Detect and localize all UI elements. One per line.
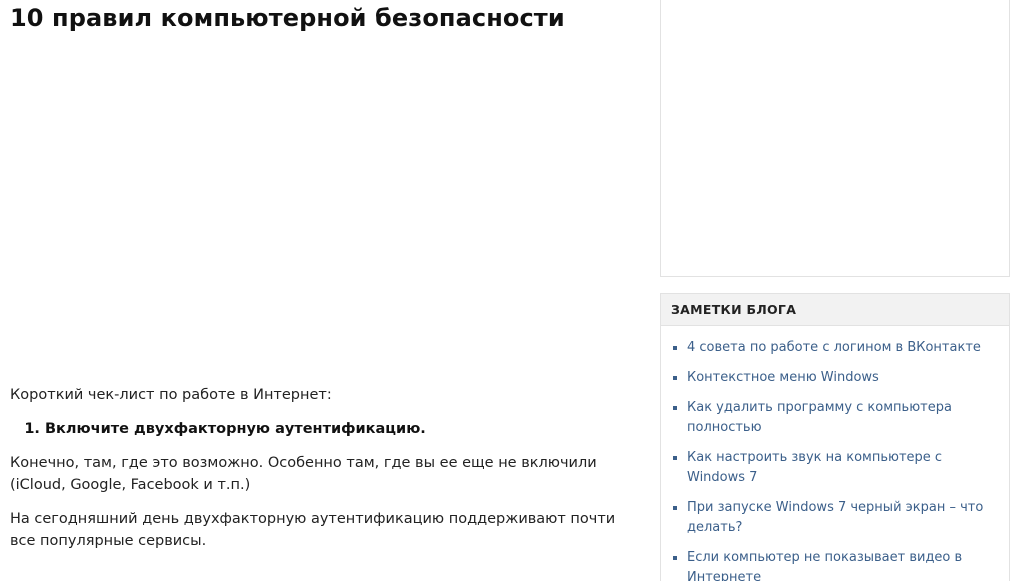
sidebar-ad-box: [660, 0, 1010, 277]
ad-placeholder: [10, 45, 640, 375]
list-item: Если компьютер не показывает видео в Инт…: [673, 548, 999, 581]
rule-item: Включите двухфакторную аутентификацию.: [45, 418, 640, 440]
article-intro: Короткий чек-лист по работе в Интернет:: [10, 387, 332, 403]
list-item: Как удалить программу с компьютера полно…: [673, 398, 999, 438]
blog-link[interactable]: 4 совета по работе с логином в ВКонтакте: [687, 340, 981, 355]
bullet-square-icon: [673, 376, 677, 380]
blog-link[interactable]: Если компьютер не показывает видео в Инт…: [687, 550, 962, 581]
rules-list: Включите двухфакторную аутентификацию.: [10, 418, 640, 440]
bullet-square-icon: [673, 506, 677, 510]
widget-title: ЗАМЕТКИ БЛОГА: [661, 294, 1009, 326]
page: 10 правил компьютерной безопасности Коро…: [0, 0, 1017, 581]
article-paragraph: На сегодняшний день двухфакторную аутент…: [10, 511, 616, 549]
list-item: При запуске Windows 7 черный экран – что…: [673, 498, 999, 538]
blog-link[interactable]: Как удалить программу с компьютера полно…: [687, 400, 952, 435]
article-paragraph: Конечно, там, где это возможно. Особенно…: [10, 455, 597, 493]
bullet-square-icon: [673, 346, 677, 350]
article-body: Короткий чек-лист по работе в Интернет: …: [10, 384, 640, 564]
bullet-square-icon: [673, 556, 677, 560]
blog-link[interactable]: При запуске Windows 7 черный экран – что…: [687, 500, 983, 535]
blog-notes-list: 4 совета по работе с логином в ВКонтакте…: [661, 326, 1009, 581]
list-item: Как настроить звук на компьютере с Windo…: [673, 448, 999, 488]
bullet-square-icon: [673, 456, 677, 460]
article-title: 10 правил компьютерной безопасности: [10, 4, 565, 32]
bullet-square-icon: [673, 406, 677, 410]
blog-link[interactable]: Контекстное меню Windows: [687, 370, 879, 385]
list-item: Контекстное меню Windows: [673, 368, 999, 388]
list-item: 4 совета по работе с логином в ВКонтакте: [673, 338, 999, 358]
blog-notes-widget: ЗАМЕТКИ БЛОГА 4 совета по работе с логин…: [660, 293, 1010, 581]
blog-link[interactable]: Как настроить звук на компьютере с Windo…: [687, 450, 942, 485]
